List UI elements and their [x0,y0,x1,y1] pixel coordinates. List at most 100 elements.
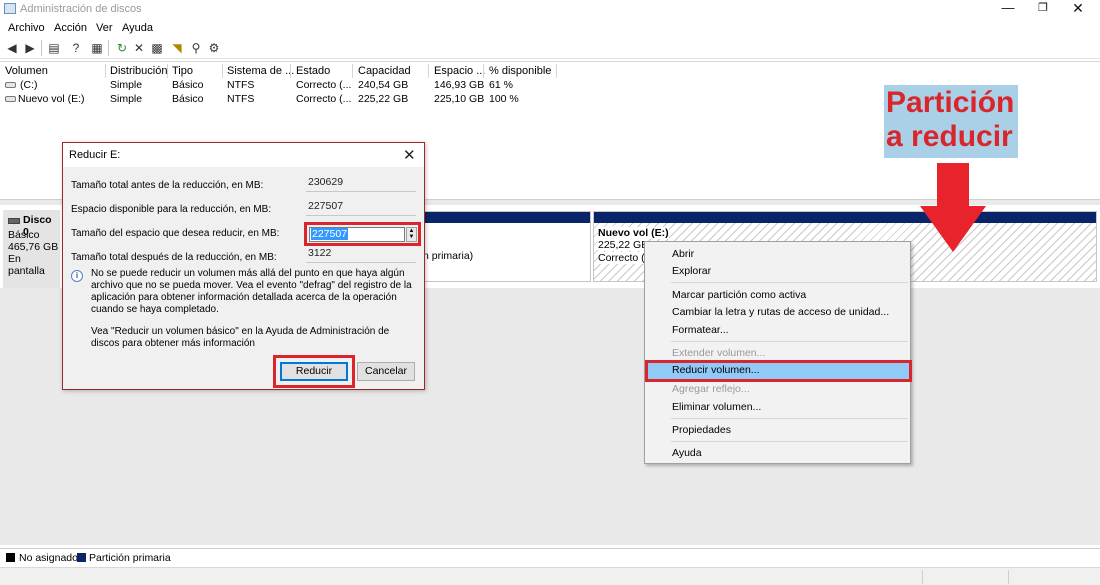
rescan-icon[interactable]: ▩ [150,41,164,55]
partition-e-size: 225,22 GB [598,239,649,251]
total-before-label: Tamaño total antes de la reducción, en M… [71,180,264,191]
drive-icon [5,96,16,102]
menu-item-cambiar-letra[interactable]: Cambiar la letra y rutas de acceso de un… [672,306,889,318]
cancel-button[interactable]: Cancelar [357,362,415,381]
console-tree-icon[interactable]: ▤ [47,41,61,55]
dialog-title: Reducir E: [69,149,121,161]
annotation-arrowhead-icon [920,206,986,252]
cell-fs: NTFS [227,93,255,105]
help-text: Vea "Reducir un volumen básico" en la Ay… [91,326,390,349]
menu-item-extender[interactable]: Extender volumen... [672,347,765,359]
menu-item-ayuda[interactable]: Ayuda [672,447,702,459]
info-icon: i [71,270,83,282]
menu-item-formatear[interactable]: Formatear... [672,324,729,336]
refresh-icon[interactable]: ↻ [115,41,129,55]
cell-volume: Nuevo vol (E:) [18,93,85,105]
menu-ver[interactable]: Ver [96,22,113,34]
dialog-close-button[interactable]: ✕ [403,146,416,164]
primary-swatch [77,553,86,562]
cell-status: Correcto (... [296,93,352,105]
window-title: Administración de discos [20,3,142,15]
table-row[interactable]: (C:) Simple Básico NTFS Correcto (... 24… [0,78,600,92]
cell-pct: 100 % [489,93,519,105]
menu-item-explorar[interactable]: Explorar [672,265,711,277]
total-after-label: Tamaño total después de la reducción, en… [71,252,277,263]
cell-layout: Simple [110,79,143,91]
shrink-amount-value: 227507 [311,228,349,240]
toolbar: ◀ ▶ ▤ ? ▦ ↻ ✕ ▩ ◥ ⚲ ⚙ [0,37,1100,59]
dialog-title-bar: Reducir E: ✕ [63,143,424,167]
cell-type: Básico [172,93,204,105]
disk-status: En pantalla [8,253,45,277]
cell-volume: (C:) [20,79,38,91]
menu-item-reducir[interactable]: Reducir volumen... [672,364,760,376]
properties-icon[interactable]: ▦ [90,41,104,55]
help-icon[interactable]: ? [69,41,83,55]
cell-capacity: 225,22 GB [358,93,409,105]
menu-ayuda[interactable]: Ayuda [122,22,153,34]
legend: No asignado Partición primaria [0,548,1100,566]
cell-layout: Simple [110,93,143,105]
info-text: No se puede reducir un volumen más allá … [91,268,412,315]
cell-pct: 61 % [489,79,513,91]
col-capacidad[interactable]: Capacidad [358,65,411,77]
partition-e-name: Nuevo vol (E:) [598,227,669,239]
disk-management-icon [4,3,16,14]
cell-type: Básico [172,79,204,91]
delete-icon[interactable]: ✕ [132,41,146,55]
available-field: 227507 [306,200,416,216]
disk-0-label[interactable]: Disco 0 Básico 465,76 GB En pantalla [3,210,60,288]
table-row[interactable]: Nuevo vol (E:) Simple Básico NTFS Correc… [0,92,600,106]
reduce-button-highlight: Reducir [273,355,355,388]
cell-fs: NTFS [227,79,255,91]
toolbar-separator [108,40,109,56]
col-volumen[interactable]: Volumen [5,65,48,77]
cell-free: 146,93 GB [434,79,485,91]
reduce-button[interactable]: Reducir [280,362,348,381]
explore-icon[interactable]: ⚲ [189,41,203,55]
col-espacio[interactable]: Espacio ... [434,65,485,77]
shrink-amount-input[interactable]: 227507 [309,227,405,242]
toolbar-separator [41,40,42,56]
menu-item-agregar-reflejo[interactable]: Agregar reflejo... [672,383,750,395]
available-label: Espacio disponible para la reducción, en… [71,204,272,215]
menu-item-propiedades[interactable]: Propiedades [672,424,731,436]
annotation-label: Partición a reducir [884,85,1018,158]
menu-item-abrir[interactable]: Abrir [672,248,694,260]
shrink-amount-highlight: 227507 ▲ ▼ [304,222,421,246]
disk-size: 465,76 GB [8,241,59,253]
title-bar: Administración de discos — ❐ ✕ [0,0,1100,18]
unallocated-swatch [6,553,15,562]
menu-accion[interactable]: Acción [54,22,87,34]
partition-c-status: n primaria) [423,250,474,262]
back-icon[interactable]: ◀ [5,41,19,55]
total-before-field: 230629 [306,176,416,192]
primary-partition-bar [594,212,1096,223]
disk-icon [8,218,20,224]
settings-icon[interactable]: ⚙ [207,41,221,55]
col-disponible[interactable]: % disponible [489,65,551,77]
cell-capacity: 240,54 GB [358,79,409,91]
close-button[interactable]: ✕ [1055,0,1100,18]
col-estado[interactable]: Estado [296,65,330,77]
col-tipo[interactable]: Tipo [172,65,193,77]
annotation-arrow-icon [937,163,969,208]
shrink-amount-label: Tamaño del espacio que desea reducir, en… [71,228,280,239]
annotation-line-2: a reducir [886,120,1013,153]
legend-unallocated: No asignado [19,552,78,564]
shrink-amount-stepper[interactable]: ▲ ▼ [406,227,417,242]
menu-archivo[interactable]: Archivo [8,22,45,34]
cell-free: 225,10 GB [434,93,485,105]
legend-primary: Partición primaria [89,552,171,564]
open-icon[interactable]: ◥ [170,41,184,55]
col-distribucion[interactable]: Distribución [110,65,167,77]
menu-item-marcar-activa[interactable]: Marcar partición como activa [672,289,806,301]
shrink-dialog: Reducir E: ✕ Tamaño total antes de la re… [62,142,425,390]
annotation-line-1: Partición [886,86,1015,119]
total-after-field: 3122 [306,247,416,263]
forward-icon[interactable]: ▶ [23,41,37,55]
col-sistema[interactable]: Sistema de ... [227,65,294,77]
menu-item-eliminar[interactable]: Eliminar volumen... [672,401,761,413]
disk-type: Básico [8,229,40,241]
status-bar [0,567,1100,585]
